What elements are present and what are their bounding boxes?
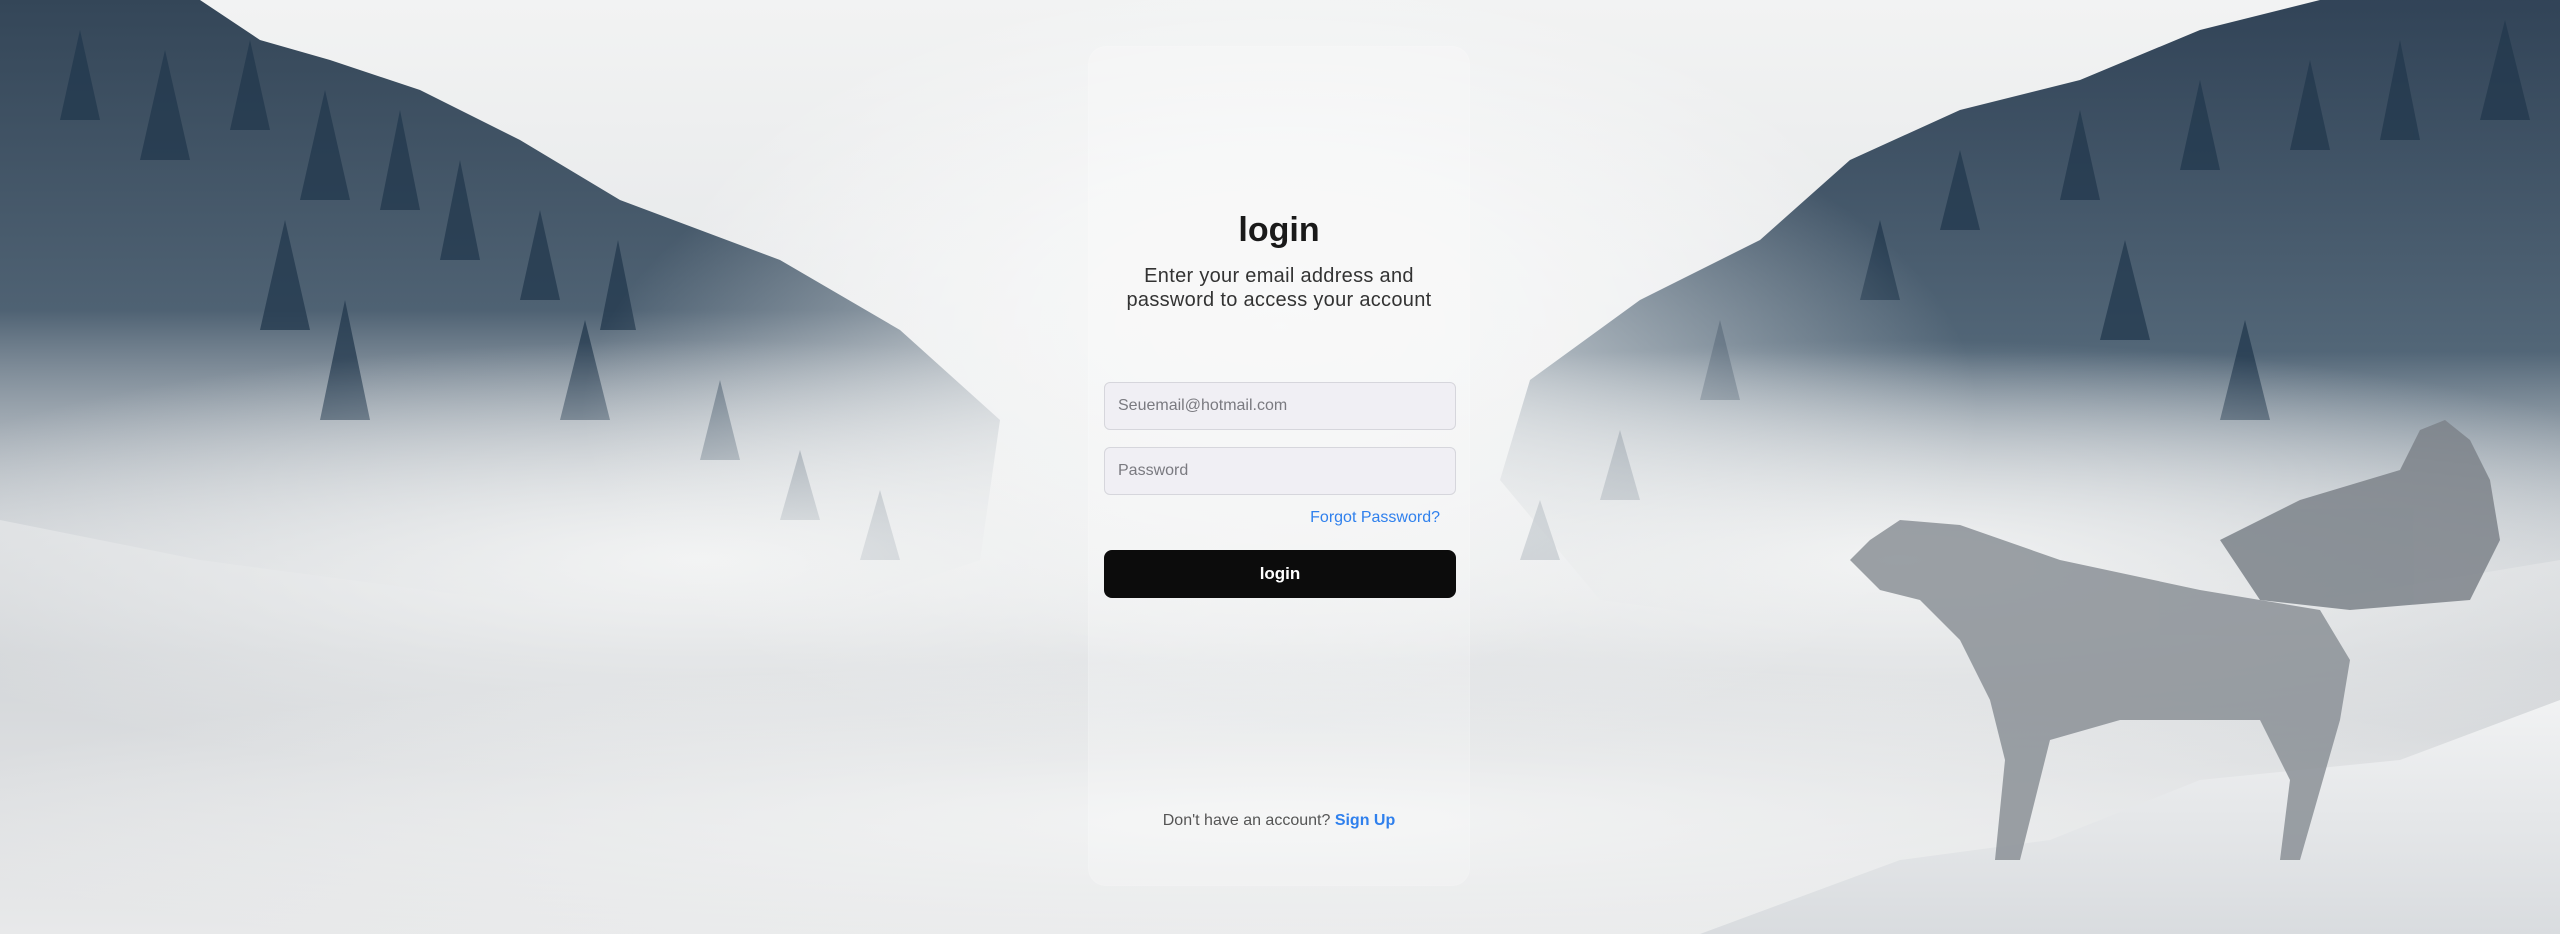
page-title: login bbox=[1238, 211, 1320, 249]
email-field[interactable] bbox=[1104, 382, 1456, 430]
signup-link[interactable]: Sign Up bbox=[1335, 812, 1395, 829]
password-field[interactable] bbox=[1104, 447, 1456, 495]
login-subtitle: Enter your email address and password to… bbox=[1126, 265, 1432, 311]
signup-row: Don't have an account? Sign Up bbox=[1088, 812, 1470, 830]
login-button[interactable]: login bbox=[1104, 550, 1456, 598]
login-card: login Enter your email address and passw… bbox=[1088, 46, 1470, 886]
signup-prompt: Don't have an account? bbox=[1162, 812, 1335, 829]
forgot-password-link[interactable]: Forgot Password? bbox=[1310, 509, 1440, 527]
